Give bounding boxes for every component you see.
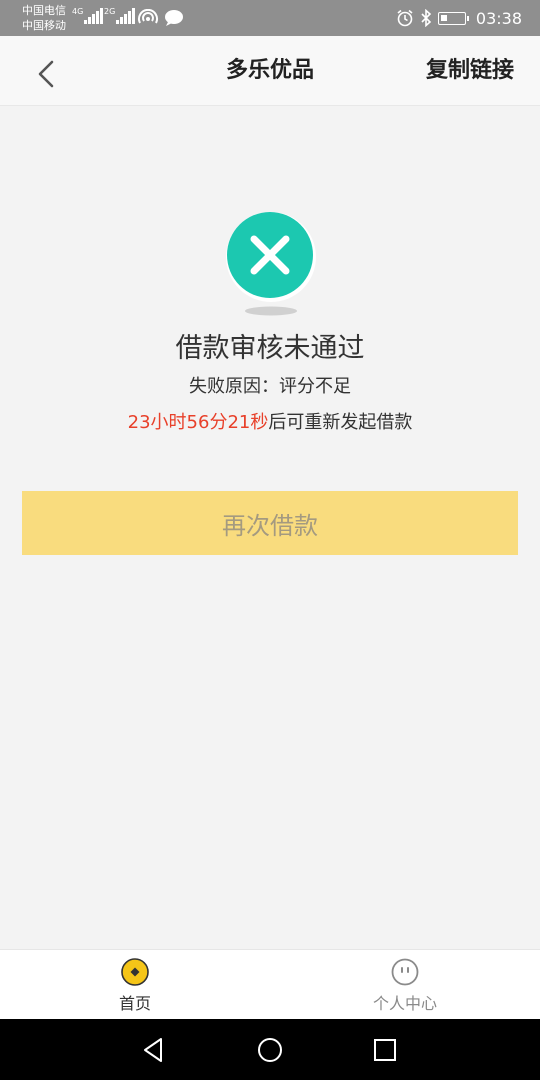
nav-back-icon[interactable] [138,1035,168,1065]
home-coin-icon [121,958,149,986]
profile-face-icon [391,958,419,986]
battery-icon [437,11,469,25]
carrier-telecom: 中国电信 [22,4,66,17]
nav-recents-icon[interactable] [370,1035,400,1065]
chat-bubble-icon [165,10,183,26]
bluetooth-icon [421,9,432,27]
status-time: 03:38 [475,8,522,28]
android-nav-bar [0,1019,540,1080]
retry-loan-button[interactable]: 再次借款 [22,491,518,555]
signal-1-icon: 4G [72,8,104,24]
signal-2-icon: 2G [104,8,136,24]
carrier-mobile: 中国移动 [22,19,66,32]
tab-profile-label: 个人中心 [372,994,437,1013]
tab-profile[interactable]: 个人中心 [270,950,540,1020]
nav-home-icon[interactable] [255,1035,285,1065]
status-bar: 中国电信 中国移动 4G 2G 03:38 [0,0,540,36]
countdown-line: 23小时56分21秒后可重新发起借款 [0,408,540,434]
fail-x-icon [226,212,316,316]
alarm-icon [397,9,413,27]
hotspot-icon [138,9,158,24]
nav-bar: 多乐优品 复制链接 [0,36,540,106]
status-right-group: 03:38 [396,0,522,36]
tab-home[interactable]: 首页 [0,950,270,1020]
chevron-left-icon [38,60,54,88]
network-type-1: 4G [72,7,84,16]
copy-link-button[interactable]: 复制链接 [426,36,514,106]
tab-home-label: 首页 [118,994,151,1013]
tab-bar: 首页 个人中心 [0,949,540,1019]
carrier-labels: 中国电信 中国移动 [22,3,66,33]
countdown-suffix: 后可重新发起借款 [268,412,413,433]
countdown-timer: 23小时56分21秒 [127,412,269,433]
network-type-2: 2G [104,7,116,16]
fail-reason: 失败原因：评分不足 [189,376,351,397]
back-button[interactable] [28,56,64,92]
result-title: 借款审核未通过 [175,333,365,364]
